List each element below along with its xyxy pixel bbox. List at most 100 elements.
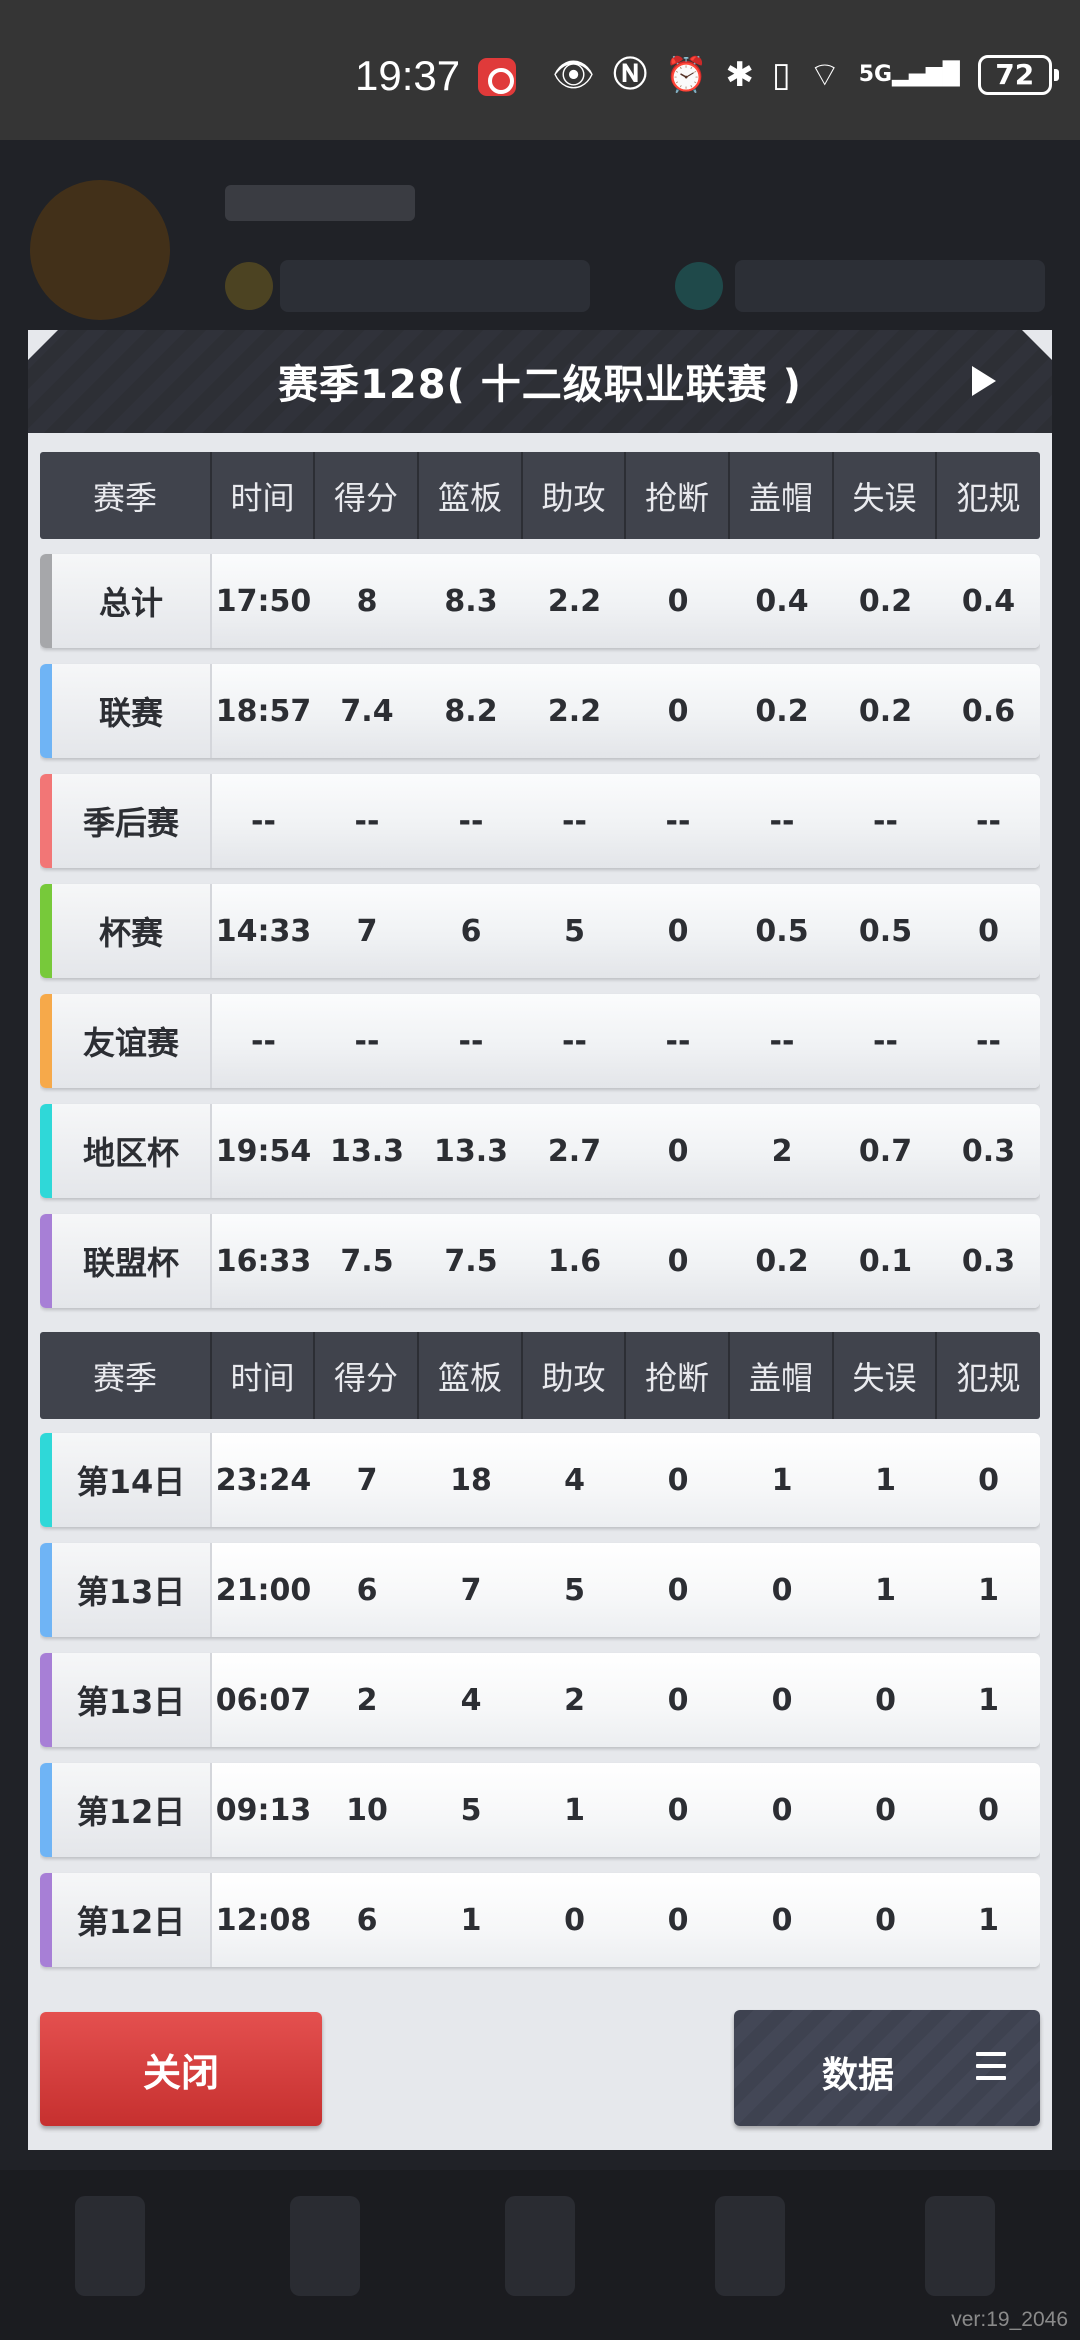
- stat-cell: --: [562, 803, 587, 839]
- table-row[interactable]: 第12日 09:13 10 5 1 0 0 0 0: [40, 1763, 1040, 1857]
- stat-cell: 17:50: [215, 583, 312, 619]
- table-header: 赛季 时间 得分 篮板 助攻 抢断 盖帽 失误 犯规: [40, 452, 1040, 539]
- table-row[interactable]: 联赛 18:57 7.4 8.2 2.2 0 0.2 0.2 0.6: [40, 664, 1040, 758]
- stat-cell: --: [873, 1023, 898, 1059]
- stat-cell: 8.3: [444, 583, 498, 619]
- alarm-icon: ⏰: [665, 55, 708, 95]
- row-accent-bar: [40, 1433, 52, 1527]
- row-accent-bar: [40, 1104, 52, 1198]
- stat-cell: 2.2: [547, 693, 602, 729]
- stat-cell: 0: [667, 1792, 689, 1828]
- row-label: 总计: [52, 554, 212, 648]
- stat-cell: 1: [564, 1792, 585, 1828]
- nav-item: [925, 2196, 995, 2296]
- stat-cell: 1: [978, 1682, 999, 1718]
- column-header: 助攻: [523, 1332, 626, 1419]
- table-row[interactable]: 杯赛 14:33 7 6 5 0 0.5 0.5 0: [40, 884, 1040, 978]
- stat-cell: 7: [356, 913, 378, 949]
- next-season-icon[interactable]: [972, 366, 996, 396]
- coin-bar: [280, 260, 590, 312]
- column-header: 盖帽: [730, 452, 834, 539]
- stat-cell: 2: [356, 1682, 378, 1718]
- stat-cell: 0: [771, 1682, 793, 1718]
- stat-cell: 0.1: [858, 1243, 913, 1279]
- row-label: 第12日: [52, 1873, 212, 1967]
- stat-cell: --: [562, 1023, 587, 1059]
- table-row[interactable]: 第14日 23:24 7 18 4 0 1 1 0: [40, 1433, 1040, 1527]
- stat-cell: 0: [667, 1682, 689, 1718]
- stat-cell: 12:08: [215, 1902, 312, 1938]
- stat-cell: 0: [667, 1572, 689, 1608]
- row-label: 友谊赛: [52, 994, 212, 1088]
- column-header: 盖帽: [730, 1332, 834, 1419]
- stat-cell: 2: [771, 1133, 793, 1169]
- battery-level: 72: [995, 58, 1035, 91]
- stat-cell: 0.7: [858, 1133, 913, 1169]
- stat-cell: 0.5: [755, 913, 809, 949]
- stat-cell: 06:07: [215, 1682, 312, 1718]
- stat-cell: --: [251, 1023, 276, 1059]
- stat-cell: 0: [978, 913, 999, 949]
- stat-cell: --: [976, 1023, 1001, 1059]
- dialog-header: 赛季128( 十二级职业联赛 ): [28, 330, 1052, 433]
- stat-cell: 5: [564, 913, 585, 949]
- stats-table[interactable]: 赛季 时间 得分 篮板 助攻 抢断 盖帽 失误 犯规总计 17:50 8 8.3 2.2 0 0.4 0.2 0…: [40, 452, 1040, 1980]
- stat-cell: 0: [978, 1792, 999, 1828]
- table-row[interactable]: 季后赛 -- -- -- -- -- -- -- --: [40, 774, 1040, 868]
- stat-cell: 1: [875, 1462, 896, 1498]
- table-row[interactable]: 第13日 21:00 6 7 5 0 0 1 1: [40, 1543, 1040, 1637]
- row-label: 季后赛: [52, 774, 212, 868]
- status-time: 19:37: [355, 52, 461, 99]
- wifi-icon: ⌔: [808, 55, 841, 95]
- stat-cell: 7.4: [340, 693, 394, 729]
- stat-cell: --: [769, 803, 795, 839]
- stat-cell: 0: [875, 1682, 896, 1718]
- close-button[interactable]: 关闭: [40, 2012, 322, 2126]
- row-accent-bar: [40, 994, 52, 1088]
- table-row[interactable]: 第12日 12:08 6 1 0 0 0 0 1: [40, 1873, 1040, 1967]
- table-row[interactable]: 第13日 06:07 2 4 2 0 0 0 1: [40, 1653, 1040, 1747]
- stat-cell: 0: [667, 913, 689, 949]
- data-button[interactable]: 数据: [734, 2010, 1040, 2126]
- stat-cell: 16:33: [215, 1243, 312, 1279]
- signal-icon: 5G▂▄▆█: [858, 62, 960, 87]
- row-accent-bar: [40, 1653, 52, 1747]
- stat-cell: --: [665, 1023, 691, 1059]
- column-header: 失误: [834, 452, 937, 539]
- stat-cell: 10: [346, 1792, 388, 1828]
- nav-item: [290, 2196, 360, 2296]
- stat-cell: 0.5: [858, 913, 913, 949]
- stat-cell: 5: [564, 1572, 585, 1608]
- stat-cell: 0.2: [755, 693, 809, 729]
- stat-cell: 13.3: [433, 1133, 509, 1169]
- eye-icon: 👁: [552, 55, 596, 95]
- table-row[interactable]: 总计 17:50 8 8.3 2.2 0 0.4 0.2 0.4: [40, 554, 1040, 648]
- row-label: 第12日: [52, 1763, 212, 1857]
- stat-cell: 1: [978, 1902, 999, 1938]
- table-row[interactable]: 地区杯 19:54 13.3 13.3 2.7 0 2 0.7 0.3: [40, 1104, 1040, 1198]
- vibrate-icon: ▯: [772, 55, 791, 95]
- stat-cell: 0.2: [858, 693, 913, 729]
- row-accent-bar: [40, 774, 52, 868]
- nav-item: [75, 2196, 145, 2296]
- table-row[interactable]: 联盟杯 16:33 7.5 7.5 1.6 0 0.2 0.1 0.3: [40, 1214, 1040, 1308]
- row-label: 第13日: [52, 1653, 212, 1747]
- stat-cell: 7: [460, 1572, 482, 1608]
- network-type: 5G: [858, 62, 893, 87]
- coin-icon: [225, 262, 273, 310]
- stat-cell: 0: [771, 1572, 793, 1608]
- stat-cell: 1: [771, 1462, 793, 1498]
- column-header: 犯规: [956, 1358, 1021, 1397]
- stat-cell: 4: [460, 1682, 482, 1718]
- player-name-placeholder: [225, 185, 415, 221]
- stat-cell: 1.6: [547, 1243, 602, 1279]
- table-row[interactable]: 友谊赛 -- -- -- -- -- -- -- --: [40, 994, 1040, 1088]
- stat-cell: 1: [875, 1572, 896, 1608]
- battery-icon: 72: [977, 55, 1059, 95]
- bottom-nav: [0, 2170, 1080, 2340]
- stat-cell: 23:24: [215, 1462, 312, 1498]
- column-header: 抢断: [626, 452, 730, 539]
- stat-cell: 0: [564, 1902, 585, 1938]
- diamond-bar: [735, 260, 1045, 312]
- stat-cell: 6: [356, 1902, 378, 1938]
